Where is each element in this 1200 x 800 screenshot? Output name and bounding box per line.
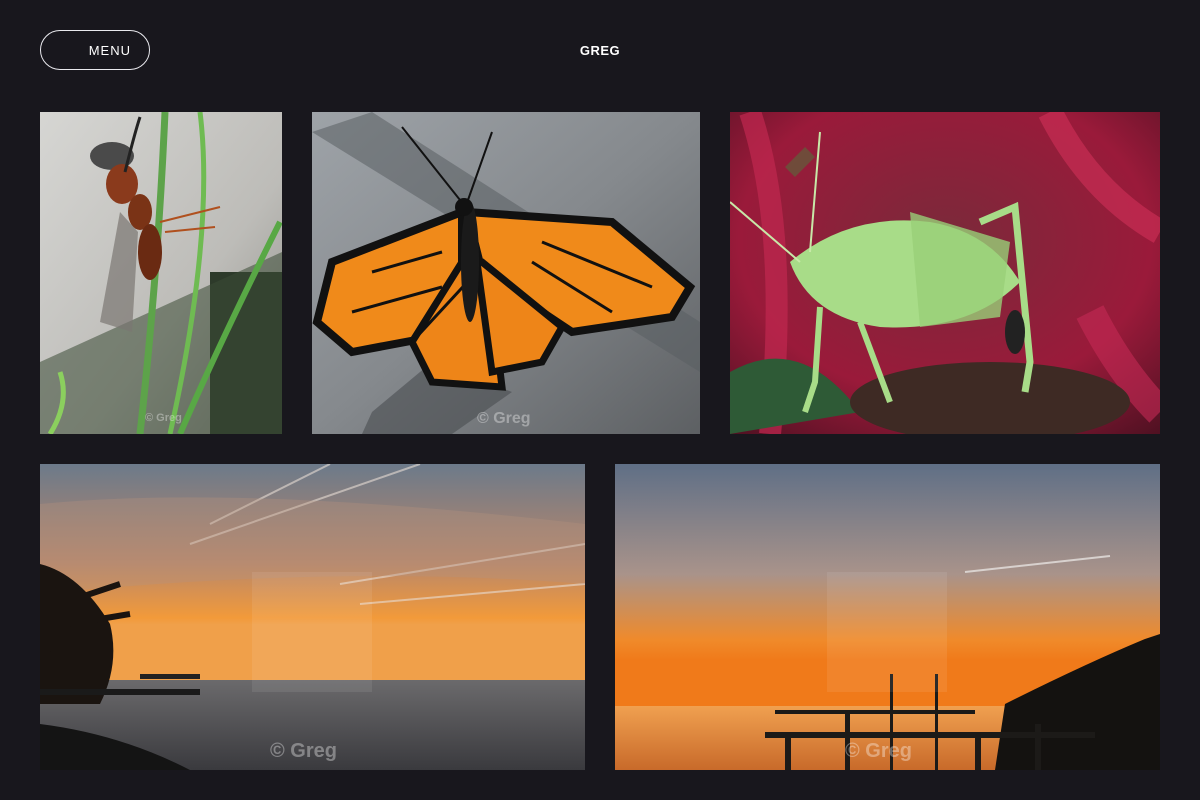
- gallery-image-butterfly[interactable]: © Greg: [312, 112, 700, 434]
- gallery-image-wasp[interactable]: © Greg: [40, 112, 282, 434]
- wasp-photo: [40, 112, 282, 434]
- watermark-text: © Greg: [477, 410, 531, 427]
- watermark-box: [252, 572, 372, 692]
- header: MENU GREG: [0, 0, 1200, 100]
- katydid-photo: [730, 112, 1160, 434]
- butterfly-photo: [312, 112, 700, 434]
- gallery-image-sunset-pier[interactable]: © Greg: [615, 464, 1160, 770]
- watermark-box: [827, 572, 947, 692]
- watermark-text: © Greg: [845, 740, 912, 762]
- gallery-image-katydid[interactable]: [730, 112, 1160, 434]
- watermark-text: © Greg: [270, 740, 337, 762]
- site-title: GREG: [579, 43, 621, 58]
- watermark-text: © Greg: [145, 412, 182, 424]
- gallery-image-sunset-tree[interactable]: © Greg: [40, 464, 585, 770]
